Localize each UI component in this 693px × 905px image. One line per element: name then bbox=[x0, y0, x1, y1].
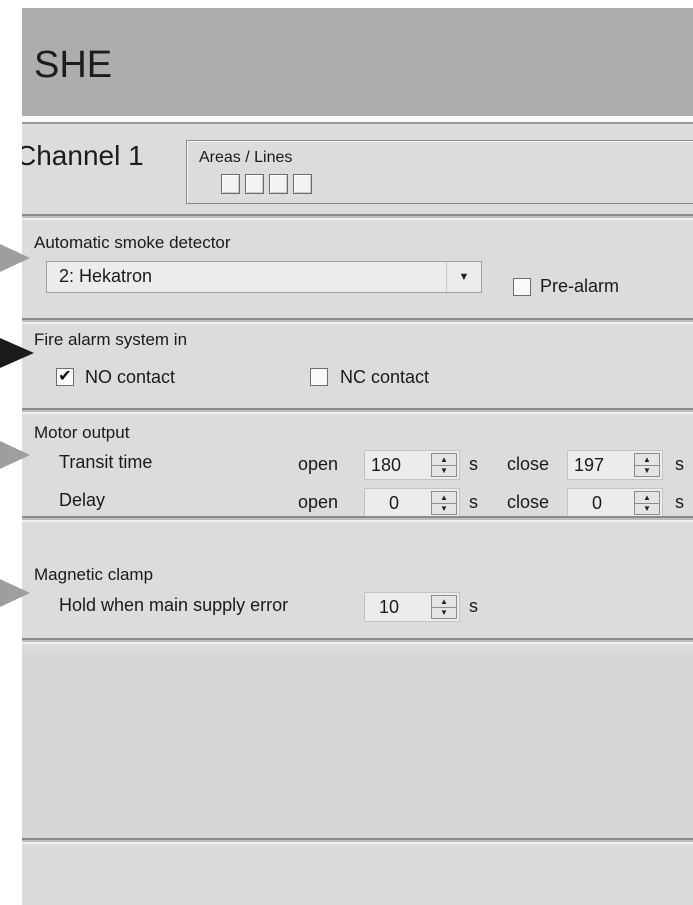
area-2-checkbox[interactable] bbox=[245, 174, 264, 194]
delay-close-label: close bbox=[507, 492, 550, 512]
hold-supply-error-label: Hold when main supply error bbox=[59, 595, 289, 615]
area-3-checkbox[interactable] bbox=[269, 174, 288, 194]
section-divider bbox=[22, 318, 693, 324]
delay-open-value: 0 bbox=[389, 493, 400, 513]
pointer-arrow-icon bbox=[0, 338, 34, 368]
spin-buttons[interactable]: ▲ ▼ bbox=[431, 453, 457, 477]
spin-down-icon[interactable]: ▼ bbox=[635, 465, 659, 476]
section-divider bbox=[22, 516, 693, 522]
no-contact-label: NO contact bbox=[85, 367, 176, 387]
transit-close-value: 197 bbox=[574, 455, 605, 475]
pointer-arrow-icon bbox=[0, 244, 30, 272]
delay-close-unit: s bbox=[675, 492, 684, 512]
spin-buttons[interactable]: ▲ ▼ bbox=[634, 453, 660, 477]
delay-open-label: open bbox=[298, 492, 339, 512]
title-underline-shadow bbox=[22, 122, 693, 124]
chevron-down-icon[interactable]: ▼ bbox=[446, 262, 481, 292]
section-divider bbox=[22, 214, 693, 220]
delay-open-spinner[interactable]: 0 ▲ ▼ bbox=[364, 488, 460, 518]
channel-label: Channel 1 bbox=[22, 140, 144, 171]
smoke-detector-selected: 2: Hekatron bbox=[59, 266, 153, 286]
areas-lines-label: Areas / Lines bbox=[199, 149, 293, 166]
area-1-checkbox[interactable] bbox=[221, 174, 240, 194]
spin-down-icon[interactable]: ▼ bbox=[432, 607, 456, 618]
area-4-checkbox[interactable] bbox=[293, 174, 312, 194]
transit-open-spinner[interactable]: 180 ▲ ▼ bbox=[364, 450, 460, 480]
spin-down-icon[interactable]: ▼ bbox=[635, 503, 659, 514]
hold-supply-error-value: 10 bbox=[379, 597, 400, 617]
transit-open-label: open bbox=[298, 454, 339, 474]
smoke-detector-dropdown[interactable]: 2: Hekatron ▼ bbox=[46, 261, 482, 293]
spin-buttons[interactable]: ▲ ▼ bbox=[634, 491, 660, 515]
she-window: SHE Channel 1 Areas / Lines Automatic sm… bbox=[22, 8, 693, 905]
delay-open-unit: s bbox=[469, 492, 478, 512]
motor-output-section-label: Motor output bbox=[34, 423, 130, 442]
magnetic-clamp-section-label: Magnetic clamp bbox=[34, 565, 154, 584]
spin-buttons[interactable]: ▲ ▼ bbox=[431, 595, 457, 619]
delay-label: Delay bbox=[59, 490, 106, 510]
nc-contact-label: NC contact bbox=[340, 367, 430, 387]
nc-contact-checkbox[interactable] bbox=[310, 368, 328, 386]
section-divider bbox=[22, 408, 693, 414]
fire-alarm-section-label: Fire alarm system in bbox=[34, 330, 188, 349]
pointer-arrow-icon bbox=[0, 441, 30, 469]
pointer-arrow-icon bbox=[0, 579, 30, 607]
section-divider bbox=[22, 638, 693, 644]
transit-close-label: close bbox=[507, 454, 550, 474]
hold-supply-error-unit: s bbox=[469, 596, 478, 616]
transit-open-value: 180 bbox=[371, 455, 402, 475]
title-bar: SHE bbox=[22, 8, 693, 116]
empty-panel bbox=[22, 652, 693, 842]
delay-close-spinner[interactable]: 0 ▲ ▼ bbox=[567, 488, 663, 518]
bottom-panel bbox=[22, 850, 693, 905]
transit-close-unit: s bbox=[675, 454, 684, 474]
hold-supply-error-spinner[interactable]: 10 ▲ ▼ bbox=[364, 592, 460, 622]
spin-down-icon[interactable]: ▼ bbox=[432, 465, 456, 476]
areas-lines-group: Areas / Lines bbox=[186, 140, 693, 204]
prealarm-label: Pre-alarm bbox=[540, 276, 620, 296]
no-contact-checkbox[interactable]: ✔ bbox=[56, 368, 74, 386]
window-title: SHE bbox=[34, 44, 113, 86]
smoke-detector-section-label: Automatic smoke detector bbox=[34, 233, 231, 252]
spin-buttons[interactable]: ▲ ▼ bbox=[431, 491, 457, 515]
delay-close-value: 0 bbox=[592, 493, 603, 513]
transit-open-unit: s bbox=[469, 454, 478, 474]
transit-close-spinner[interactable]: 197 ▲ ▼ bbox=[567, 450, 663, 480]
spin-down-icon[interactable]: ▼ bbox=[432, 503, 456, 514]
section-divider bbox=[22, 838, 693, 844]
prealarm-checkbox[interactable] bbox=[513, 278, 531, 296]
transit-time-label: Transit time bbox=[59, 452, 153, 472]
